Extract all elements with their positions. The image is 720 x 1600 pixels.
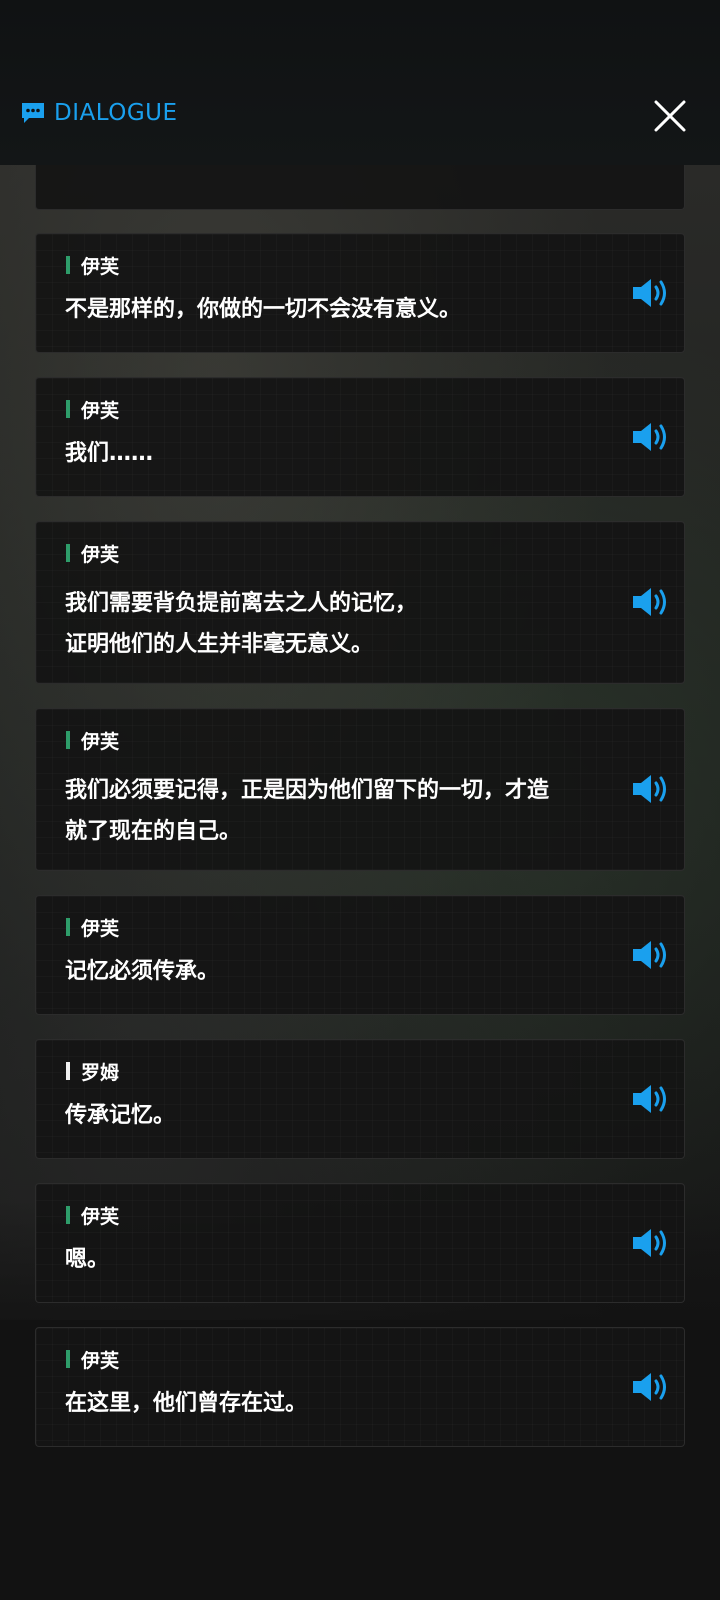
speaker-volume-icon [633,1229,666,1257]
speaker-tag: 伊芙 [66,1348,120,1372]
speaker-tag: 伊芙 [66,542,120,566]
dialogue-text-line: 我们需要背负提前离去之人的记忆， [65,591,418,616]
speaker-volume-icon [633,588,666,616]
dialogue-card: 伊芙 在这里，他们曾存在过。 [35,1327,685,1447]
speaker-color-bar [66,544,70,562]
play-voice-button[interactable] [631,420,671,454]
speaker-color-bar [66,1350,70,1368]
speaker-tag: 伊芙 [66,254,120,278]
speaker-color-bar [66,400,70,418]
speaker-name: 伊芙 [81,543,120,566]
dialogue-card: 伊芙 我们必须要记得，正是因为他们留下的一切，才造 就了现在的自己。 [35,708,685,871]
dialogue-card: 伊芙 我们…… [35,377,685,497]
play-voice-button[interactable] [631,1082,671,1116]
speaker-name: 伊芙 [81,1205,120,1228]
play-voice-button[interactable] [631,276,671,310]
speaker-volume-icon [633,941,666,969]
speaker-color-bar [66,731,70,749]
dialogue-text: 记忆必须传承。 [65,959,220,984]
play-voice-button[interactable] [631,1370,671,1404]
page-title: DIALOGUE [54,100,178,126]
dialogue-card: 伊芙 记忆必须传承。 [35,895,685,1015]
play-voice-button[interactable] [631,1226,671,1260]
speaker-tag: 罗姆 [66,1060,120,1084]
speaker-volume-icon [633,1373,666,1401]
speaker-color-bar [66,1062,70,1080]
speaker-tag: 伊芙 [66,916,120,940]
speaker-name: 伊芙 [81,730,120,753]
dialogue-card: 伊芙 不是那样的，你做的一切不会没有意义。 [35,233,685,353]
speaker-volume-icon [633,279,666,307]
speaker-volume-icon [633,775,666,803]
dialogue-text: 嗯。 [65,1247,110,1272]
close-icon [654,100,686,132]
speaker-color-bar [66,1206,70,1224]
dialogue-text-line: 证明他们的人生并非毫无意义。 [65,632,374,657]
chat-bubble-icon [22,103,44,123]
speaker-volume-icon [633,423,666,451]
dialogue-text: 传承记忆。 [65,1103,176,1128]
dialogue-header: DIALOGUE [0,0,720,165]
speaker-name: 伊芙 [81,399,120,422]
speaker-color-bar [66,918,70,936]
play-voice-button[interactable] [631,772,671,806]
dialogue-card: 伊芙 嗯。 [35,1183,685,1303]
dialogue-text-line: 我们必须要记得，正是因为他们留下的一切，才造 [65,778,550,803]
dialogue-text: 不是那样的，你做的一切不会没有意义。 [65,297,462,322]
speaker-name: 罗姆 [81,1061,120,1084]
speaker-tag: 伊芙 [66,729,120,753]
dialogue-title: DIALOGUE [20,100,178,126]
speaker-tag: 伊芙 [66,1204,120,1228]
dialogue-text: 我们…… [65,441,154,466]
dialogue-text: 在这里，他们曾存在过。 [65,1391,308,1416]
speaker-name: 伊芙 [81,1349,120,1372]
close-button[interactable] [650,96,690,136]
speaker-volume-icon [633,1085,666,1113]
dialogue-card-partial [35,165,685,210]
speaker-name: 伊芙 [81,917,120,940]
dialogue-card: 罗姆 传承记忆。 [35,1039,685,1159]
play-voice-button[interactable] [631,938,671,972]
dialogue-card: 伊芙 我们需要背负提前离去之人的记忆， 证明他们的人生并非毫无意义。 [35,521,685,684]
dialogue-text-line: 就了现在的自己。 [65,819,242,844]
speaker-color-bar [66,256,70,274]
speaker-tag: 伊芙 [66,398,120,422]
play-voice-button[interactable] [631,585,671,619]
speaker-name: 伊芙 [81,255,120,278]
